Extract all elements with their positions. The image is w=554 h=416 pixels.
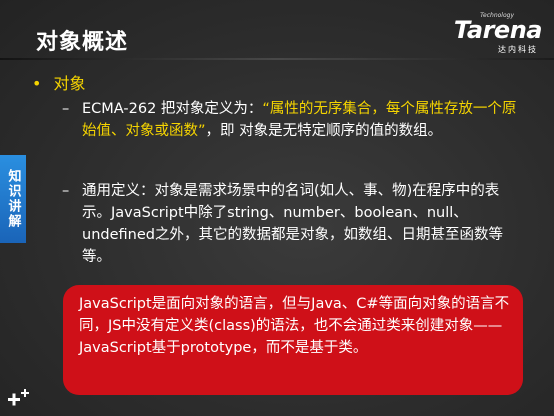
title-divider <box>0 58 554 60</box>
side-tab-knowledge: 知识讲解 <box>0 155 26 243</box>
tarena-logo: Technology Tarena 达内科技 <box>446 10 546 54</box>
slide-title: 对象概述 <box>36 30 129 55</box>
plus-decoration-icon <box>8 389 29 406</box>
general-definition-text: 通用定义：对象是需求场景中的名词(如人、事、物)在程序中的表示。JavaScri… <box>82 183 503 265</box>
logo-cn-name: 达内科技 <box>498 45 538 54</box>
definition-suffix: ，即 对象是无特定顺序的值的数组。 <box>205 123 443 139</box>
main-bullet: • 对象 <box>32 70 85 94</box>
callout-box: JavaScript是面向对象的语言，但与Java、C#等面向对象的语言不同，J… <box>63 285 523 395</box>
definition-prefix: ECMA-262 把对象定义为： <box>82 101 263 117</box>
dash-icon: – <box>62 183 70 199</box>
sub-bullet-general: – 通用定义：对象是需求场景中的名词(如人、事、物)在程序中的表示。JavaSc… <box>62 180 522 268</box>
main-bullet-label: 对象 <box>53 74 86 93</box>
dash-icon: – <box>62 101 70 117</box>
slide: 对象概述 Technology Tarena 达内科技 知识讲解 • 对象 – E… <box>0 0 554 416</box>
sub-bullet-definition: – ECMA-262 把对象定义为：“属性的无序集合，每个属性存放一个原始值、对… <box>62 98 522 142</box>
logo-brand: Tarena <box>453 16 543 44</box>
bullet-dot-icon: • <box>32 74 42 93</box>
